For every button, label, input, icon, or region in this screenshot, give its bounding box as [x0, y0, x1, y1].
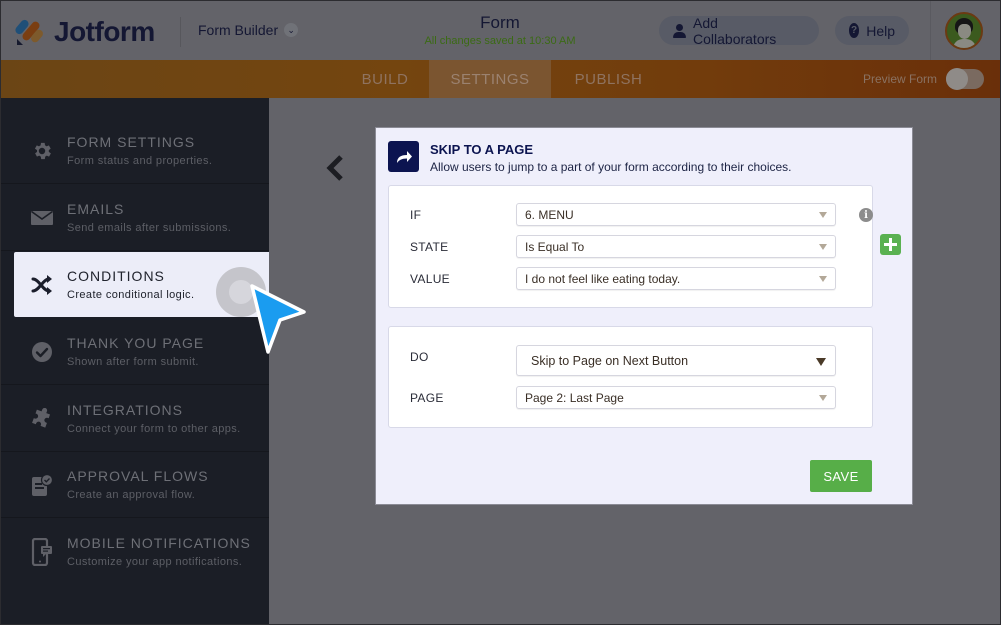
sidebar-item-emails[interactable]: EMAILS Send emails after submissions.	[0, 185, 269, 251]
save-status: All changes saved at 10:30 AM	[424, 35, 576, 47]
brand-name: Jotform	[54, 16, 155, 47]
sidebar-item-mobile-notifications[interactable]: MOBILE NOTIFICATIONS Customize your app …	[0, 519, 269, 585]
sidebar-item-desc: Form status and properties.	[67, 155, 213, 167]
page-value: Page 2: Last Page	[525, 390, 624, 405]
form-title-block: Form All changes saved at 10:30 AM	[380, 13, 620, 47]
info-icon[interactable]: i	[859, 208, 873, 222]
sidebar-item-form-settings[interactable]: FORM SETTINGS Form status and properties…	[0, 118, 269, 184]
value-label: VALUE	[410, 272, 450, 286]
if-field-select[interactable]: 6. MENU	[516, 203, 836, 226]
jotform-logo[interactable]: Jotform	[13, 15, 166, 49]
pointer-cursor-icon	[250, 284, 306, 354]
state-select[interactable]: Is Equal To	[516, 235, 836, 258]
value-select[interactable]: I do not feel like eating today.	[516, 267, 836, 290]
state-value: Is Equal To	[525, 239, 585, 254]
page-select[interactable]: Page 2: Last Page	[516, 386, 836, 409]
puzzle-icon	[31, 408, 53, 430]
sidebar-item-desc: Create conditional logic.	[67, 289, 195, 301]
sidebar-item-approval-flows[interactable]: APPROVAL FLOWS Create an approval flow.	[0, 452, 269, 518]
sidebar-item-desc: Send emails after submissions.	[67, 222, 232, 234]
do-action-select[interactable]: Skip to Page on Next Button	[516, 345, 836, 376]
help-button[interactable]: ? Help	[835, 16, 909, 45]
envelope-icon	[31, 207, 53, 229]
dropdown-caret-icon	[819, 395, 827, 401]
add-collaborators-button[interactable]: Add Collaborators	[659, 14, 819, 47]
sidebar-item-label: CONDITIONS	[67, 268, 165, 284]
builder-nav: BUILD SETTINGS PUBLISH Preview Form	[0, 60, 1001, 98]
sidebar-item-label: INTEGRATIONS	[67, 402, 183, 418]
preview-form-label: Preview Form	[863, 72, 938, 86]
avatar-container	[930, 1, 1001, 61]
gear-icon	[31, 140, 53, 162]
if-conditions-card: IF 6. MENU i STATE Is Equal To VALUE I d…	[388, 185, 873, 308]
if-field-value: 6. MENU	[525, 207, 574, 222]
sidebar-item-label: THANK YOU PAGE	[67, 335, 205, 351]
sidebar-item-desc: Connect your form to other apps.	[67, 423, 241, 435]
form-builder-label: Form Builder	[198, 22, 279, 38]
help-label: Help	[866, 22, 895, 39]
dropdown-caret-icon	[819, 244, 827, 250]
if-label: IF	[410, 208, 422, 222]
value-value: I do not feel like eating today.	[525, 271, 681, 286]
chevron-down-icon: ⌄	[284, 23, 299, 37]
condition-panel: SKIP TO A PAGE Allow users to jump to a …	[375, 127, 913, 505]
do-label: DO	[410, 350, 429, 364]
tab-build[interactable]: BUILD	[340, 60, 430, 98]
sidebar-item-desc: Customize your app notifications.	[67, 556, 243, 568]
skip-arrow-icon	[388, 141, 419, 172]
sidebar-item-thank-you-page[interactable]: THANK YOU PAGE Shown after form submit.	[0, 319, 269, 385]
do-action-value: Skip to Page on Next Button	[531, 353, 689, 368]
tab-settings[interactable]: SETTINGS	[429, 60, 551, 98]
preview-form-toggle[interactable]	[946, 68, 984, 90]
dropdown-caret-icon	[819, 276, 827, 282]
panel-subtitle: Allow users to jump to a part of your fo…	[430, 160, 792, 174]
user-icon	[673, 23, 686, 38]
sidebar-item-label: EMAILS	[67, 201, 125, 217]
back-button[interactable]	[324, 155, 346, 181]
tab-publish[interactable]: PUBLISH	[551, 60, 666, 98]
chevron-left-icon	[326, 155, 343, 181]
sidebar-item-label: MOBILE NOTIFICATIONS	[67, 535, 251, 551]
jotform-logo-icon	[13, 17, 45, 47]
panel-title: SKIP TO A PAGE	[430, 142, 534, 157]
header-divider	[180, 17, 181, 47]
mobile-notification-icon	[31, 538, 53, 566]
avatar[interactable]	[945, 12, 983, 50]
plus-icon	[884, 238, 897, 251]
shuffle-icon	[31, 274, 53, 296]
approval-doc-icon	[31, 473, 53, 496]
toggle-knob	[946, 68, 968, 90]
do-action-card: DO Skip to Page on Next Button PAGE Page…	[388, 326, 873, 428]
page-label: PAGE	[410, 391, 444, 405]
dropdown-caret-icon	[819, 212, 827, 218]
sidebar-item-label: APPROVAL FLOWS	[67, 468, 209, 484]
form-builder-dropdown[interactable]: Form Builder ⌄	[198, 22, 299, 38]
help-icon: ?	[849, 23, 860, 38]
save-button[interactable]: SAVE	[810, 460, 872, 492]
top-header: Jotform Form Builder ⌄ Form All changes …	[0, 0, 1001, 61]
check-circle-icon	[31, 341, 53, 363]
add-collaborators-label: Add Collaborators	[693, 14, 777, 47]
dropdown-caret-icon	[816, 358, 826, 366]
sidebar-item-integrations[interactable]: INTEGRATIONS Connect your form to other …	[0, 386, 269, 452]
sidebar-item-desc: Create an approval flow.	[67, 489, 196, 501]
state-label: STATE	[410, 240, 449, 254]
form-title[interactable]: Form	[380, 13, 620, 33]
add-condition-button[interactable]	[880, 234, 901, 255]
sidebar-item-label: FORM SETTINGS	[67, 134, 196, 150]
settings-sidebar: FORM SETTINGS Form status and properties…	[0, 98, 269, 625]
sidebar-item-desc: Shown after form submit.	[67, 356, 199, 368]
